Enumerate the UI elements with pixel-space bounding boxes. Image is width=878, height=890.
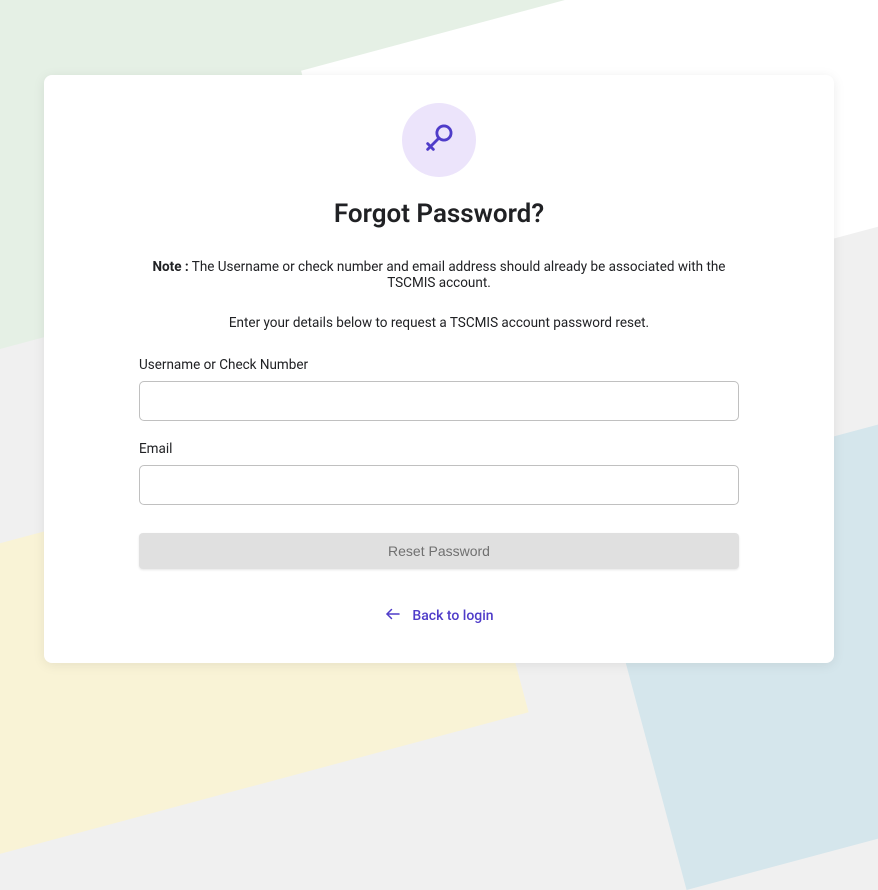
forgot-password-card: Forgot Password? Note : The Username or …: [44, 75, 834, 663]
email-group: Email: [134, 441, 744, 505]
reset-password-button[interactable]: Reset Password: [139, 533, 739, 569]
note-label: Note :: [153, 259, 189, 275]
arrow-left-icon: [384, 605, 402, 627]
key-icon: [422, 121, 456, 159]
email-label: Email: [139, 441, 739, 457]
instructions-text: Enter your details below to request a TS…: [134, 315, 744, 331]
username-label: Username or Check Number: [139, 357, 739, 373]
back-to-login-label: Back to login: [412, 608, 493, 624]
username-input[interactable]: [139, 381, 739, 421]
page-title: Forgot Password?: [134, 199, 744, 229]
note-body: The Username or check number and email a…: [189, 259, 726, 291]
username-group: Username or Check Number: [134, 357, 744, 421]
back-to-login-link[interactable]: Back to login: [384, 605, 493, 627]
key-icon-container: [402, 103, 476, 177]
note-text: Note : The Username or check number and …: [134, 259, 744, 291]
email-field[interactable]: [139, 465, 739, 505]
